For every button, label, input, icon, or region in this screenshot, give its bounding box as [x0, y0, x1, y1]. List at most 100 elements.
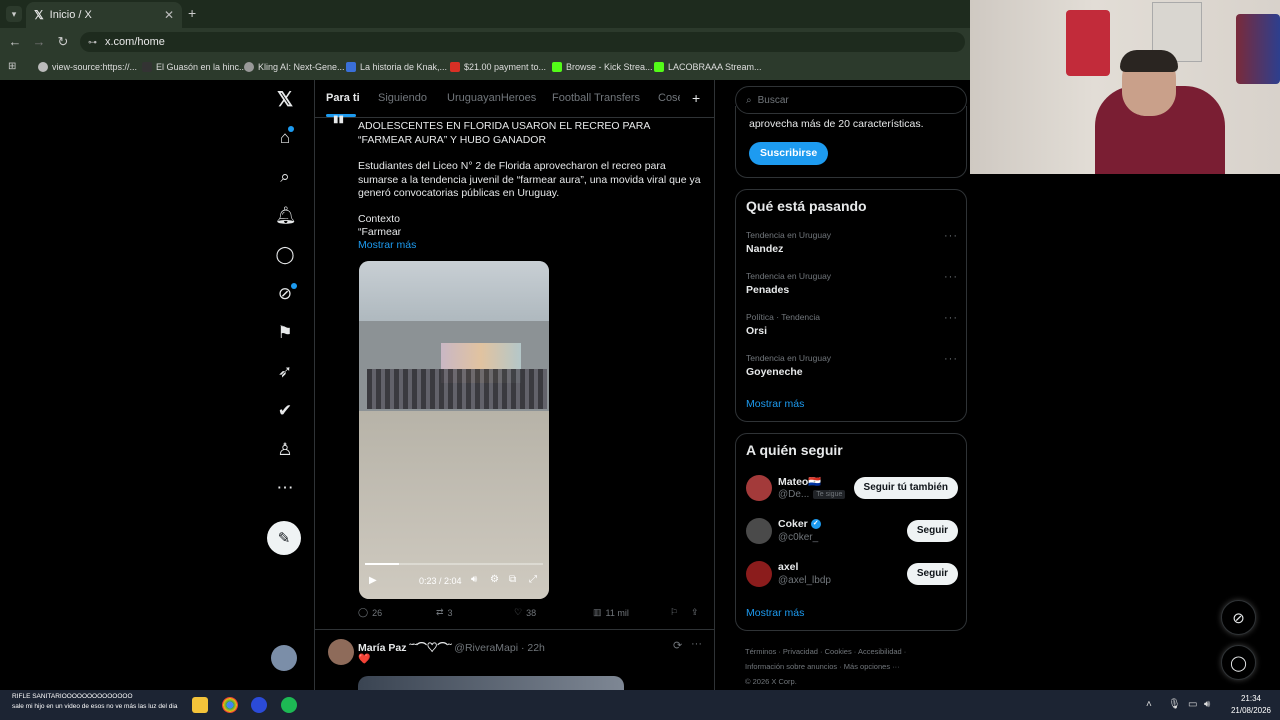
bookmark-item[interactable]: Browse - Kick Strea... [552, 62, 653, 72]
like-button[interactable]: ♡ 38 [514, 607, 536, 618]
back-arrow-icon[interactable]: ← [4, 34, 26, 49]
trend-category: Tendencia en Uruguay [746, 230, 832, 240]
post-media[interactable] [358, 676, 624, 690]
author-handle[interactable]: @RiveraMapi [454, 642, 518, 654]
suggestion-handle: @axel_lbdp [778, 575, 831, 586]
trend-item[interactable]: Tendencia en Uruguay Goyeneche ··· [746, 353, 958, 378]
search-input[interactable]: ⌕ Buscar [735, 86, 967, 114]
trend-more-icon[interactable]: ··· [944, 353, 958, 365]
volume-icon[interactable]: 🔊︎ [471, 574, 477, 585]
trend-more-icon[interactable]: ··· [944, 271, 958, 283]
post-body: Estudiantes del Liceo N° 2 de Florida ap… [358, 160, 701, 199]
bookmark-button[interactable]: ⚐ [670, 607, 678, 618]
verified-icon[interactable]: ✔ [275, 401, 295, 421]
webcam-jersey [1236, 14, 1280, 84]
repost-icon: ⇄ [436, 607, 444, 617]
grok-chat-icon[interactable]: ◯ [275, 245, 295, 265]
search-icon[interactable]: ⌕ [275, 167, 295, 187]
pause-icon[interactable]: ▮▮ [333, 114, 344, 125]
tab-cose[interactable]: Cose [658, 92, 680, 104]
avatar[interactable] [746, 561, 772, 587]
avatar[interactable] [746, 475, 772, 501]
reply-button[interactable]: ◯ 26 [358, 607, 382, 618]
add-tab-button[interactable]: + [692, 90, 700, 106]
timeline-post[interactable]: María Paz ˜˜⌒♡⌒˜ @RiveraMapi · 22h ⟳ ···… [315, 629, 714, 690]
footer-line[interactable]: Términos · Privacidad · Cookies · Accesi… [745, 644, 967, 659]
tab-title: Inicio / X [49, 9, 92, 21]
bookmark-item[interactable]: $21.00 payment to... [450, 62, 546, 72]
avatar[interactable] [328, 639, 354, 665]
bookmark-item[interactable]: LACOBRAAA Stream... [654, 62, 762, 72]
footer-line[interactable]: Información sobre anuncios · Más opcione… [745, 659, 967, 674]
follow-suggestion[interactable]: Coker ✓ @c0ker_ Seguir [746, 518, 958, 548]
bookmark-item[interactable]: La historia de Knak,... [346, 62, 447, 72]
settings-icon[interactable]: ⚙ [490, 574, 499, 585]
tab-football-transfers[interactable]: Football Transfers [552, 92, 640, 104]
browser-tab-active[interactable]: 𝕏 Inicio / X ✕ [26, 2, 182, 28]
tab-following[interactable]: Siguiendo [378, 92, 427, 104]
messages-fab-button[interactable]: ◯ [1221, 645, 1256, 680]
trend-item[interactable]: Tendencia en Uruguay Penades ··· [746, 271, 958, 296]
author-name[interactable]: María Paz ˜˜⌒♡⌒˜ [358, 642, 451, 654]
site-info-icon[interactable]: ⊶ [88, 37, 97, 48]
spotify-icon[interactable] [281, 697, 297, 713]
bookmark-item[interactable]: view-source:https://... [38, 62, 137, 72]
who-to-follow-show-more-link[interactable]: Mostrar más [746, 607, 804, 619]
ticker-line: RIFLE SANITARIOOOOOOOOOOOOOO [12, 693, 133, 700]
picture-in-picture-icon[interactable]: ⧉ [509, 574, 516, 585]
reload-icon[interactable]: ↻ [52, 34, 74, 50]
grok-icon[interactable]: ⟳ [673, 639, 682, 652]
ea-app-icon[interactable] [251, 697, 267, 713]
address-bar[interactable]: ⊶ x.com/home [80, 32, 965, 52]
url-text: x.com/home [105, 36, 165, 48]
tab-for-you[interactable]: Para ti [326, 92, 360, 104]
follow-button[interactable]: Seguir [906, 520, 958, 542]
repost-button[interactable]: ⇄ 3 [436, 607, 453, 618]
forward-arrow-icon[interactable]: → [28, 34, 50, 49]
microphone-icon[interactable]: 🎙︎ [1168, 699, 1181, 710]
x-home-logo-icon[interactable]: 𝕏 [275, 90, 295, 110]
play-icon[interactable]: ▶ [369, 575, 377, 586]
file-explorer-icon[interactable] [192, 697, 208, 713]
follow-button[interactable]: Seguir [906, 563, 958, 585]
subscribe-button[interactable]: Suscribirse [749, 142, 829, 165]
show-more-link[interactable]: Mostrar más [358, 239, 703, 253]
post-video[interactable]: ▶ 0:23 / 2:04 🔊︎ ⚙ ⧉ ⤢ [359, 261, 549, 599]
bookmark-item[interactable]: El Guasón en la hinc... [142, 62, 247, 72]
fullscreen-icon[interactable]: ⤢ [529, 574, 537, 585]
reply-count: 26 [372, 607, 383, 618]
account-avatar[interactable] [271, 645, 297, 671]
avatar[interactable] [746, 518, 772, 544]
trend-more-icon[interactable]: ··· [944, 230, 958, 242]
tab-uruguayanheroes[interactable]: UruguayanHeroes [447, 92, 536, 104]
new-tab-button[interactable]: + [188, 5, 196, 21]
tab-search-chevron-icon[interactable]: ▾ [6, 6, 22, 22]
grok-fab-button[interactable]: ⊘ [1221, 600, 1256, 635]
tray-chevron-icon[interactable]: ˄ [1146, 699, 1152, 710]
trend-item[interactable]: Tendencia en Uruguay Nandez ··· [746, 230, 958, 255]
trend-item[interactable]: Política · Tendencia Orsi ··· [746, 312, 958, 337]
more-options-icon[interactable]: ⋯ [275, 478, 295, 498]
bookmark-label: La historia de Knak,... [360, 62, 448, 72]
system-clock[interactable]: 21:34 21/08/2026 [1226, 693, 1276, 717]
chrome-icon[interactable] [222, 697, 238, 713]
profile-icon[interactable]: ♙ [275, 440, 295, 460]
notifications-bell-icon[interactable]: 🔔︎ [275, 206, 297, 226]
share-button[interactable]: ⇪ [691, 607, 699, 618]
views-button[interactable]: ▥ 11 mil [593, 607, 629, 618]
compose-post-button[interactable]: ✎ [267, 521, 301, 555]
volume-icon[interactable]: 🔊︎ [1204, 699, 1210, 710]
apps-grid-icon[interactable]: ⊞ [8, 61, 16, 72]
more-options-icon[interactable]: ··· [691, 638, 702, 650]
follow-suggestion[interactable]: axel @axel_lbdp Seguir [746, 561, 958, 591]
trend-more-icon[interactable]: ··· [944, 312, 958, 324]
bookmarks-icon[interactable]: ⚑ [275, 323, 295, 343]
suggestion-handle: @De... [778, 489, 810, 500]
bookmark-item[interactable]: Kling AI: Next-Gene... [244, 62, 345, 72]
follow-suggestion[interactable]: Mateo🇵🇾 @De... Te sigue Seguir tú también [746, 475, 958, 505]
network-icon[interactable]: ▭ [1188, 699, 1197, 710]
tab-close-icon[interactable]: ✕ [164, 8, 174, 22]
trending-show-more-link[interactable]: Mostrar más [746, 398, 804, 410]
rocket-icon[interactable]: ➶ [275, 362, 295, 382]
follow-back-button[interactable]: Seguir tú también [853, 477, 958, 499]
